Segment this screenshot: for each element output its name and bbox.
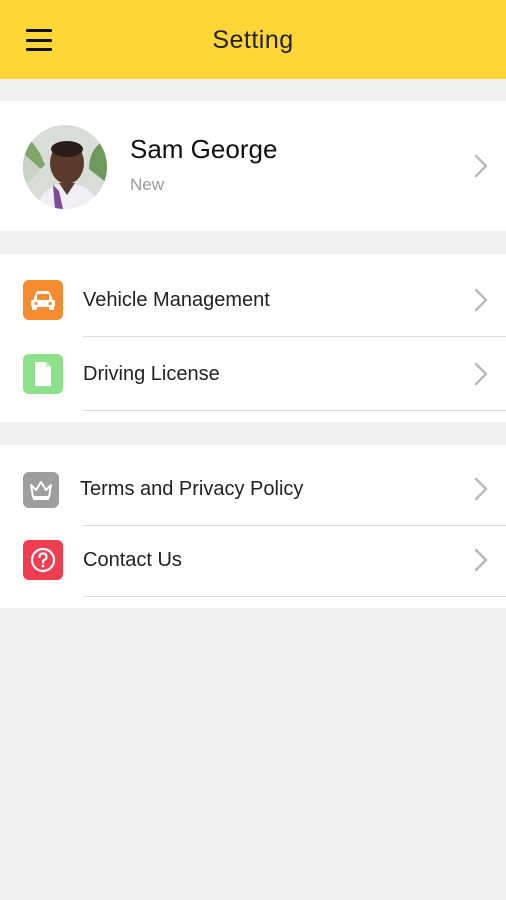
vehicle-section: Vehicle Management Driving License [0, 254, 506, 422]
divider [83, 410, 506, 411]
profile-name: Sam George [130, 134, 278, 164]
app-bar: Setting [0, 0, 506, 79]
vehicle-management-label: Vehicle Management [83, 289, 270, 311]
chevron-right-icon [474, 548, 488, 572]
chevron-right-icon [474, 288, 488, 312]
profile-card[interactable] [0, 101, 506, 231]
divider [83, 596, 506, 597]
chevron-right-icon [474, 154, 488, 178]
info-section: Terms and Privacy Policy Contact Us [0, 445, 506, 608]
page-title: Setting [212, 26, 294, 54]
terms-privacy-label: Terms and Privacy Policy [80, 478, 304, 500]
driving-license-label: Driving License [83, 363, 220, 385]
chevron-right-icon [474, 477, 488, 501]
car-icon [23, 280, 63, 320]
help-circle-icon [23, 540, 63, 580]
terms-privacy-item[interactable]: Terms and Privacy Policy [0, 453, 506, 526]
vehicle-management-item[interactable]: Vehicle Management [0, 264, 506, 337]
profile-status: New [130, 175, 165, 194]
divider [83, 336, 506, 337]
document-icon [23, 354, 63, 394]
avatar [23, 125, 107, 209]
contact-us-label: Contact Us [83, 549, 182, 571]
driving-license-item[interactable]: Driving License [0, 338, 506, 411]
contact-us-item[interactable]: Contact Us [0, 524, 506, 597]
chevron-right-icon [474, 362, 488, 386]
crown-icon [23, 472, 59, 508]
